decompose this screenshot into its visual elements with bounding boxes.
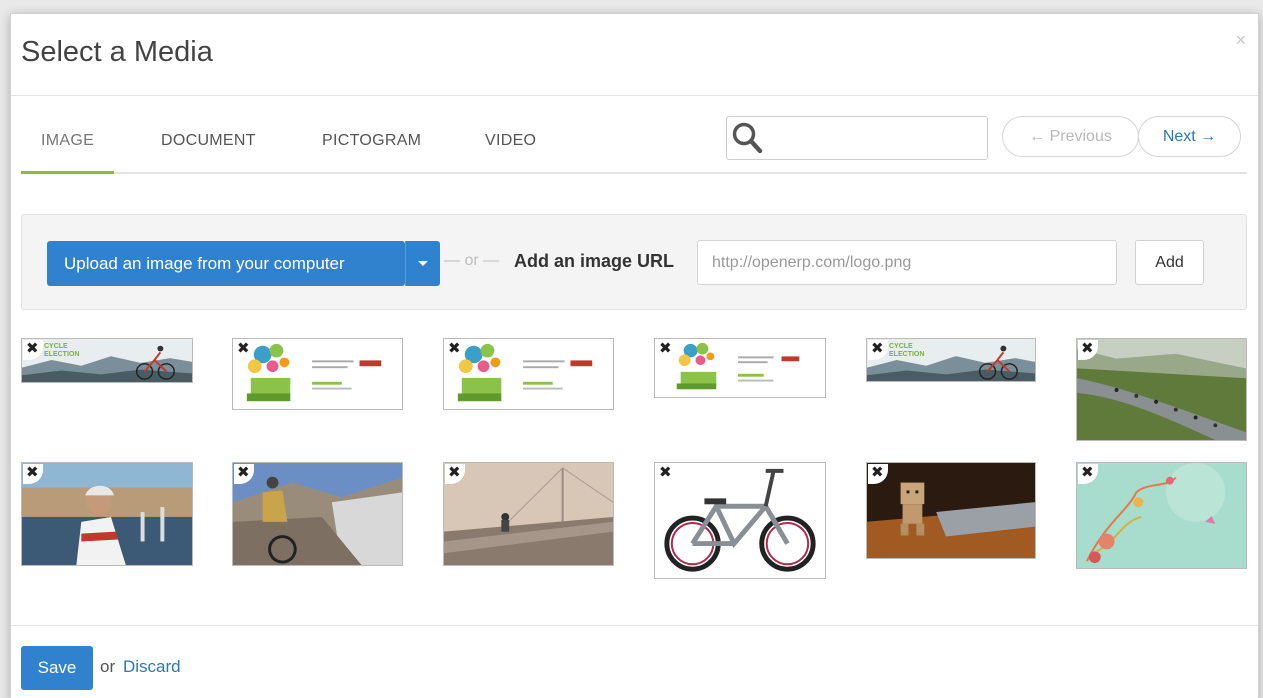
tab-pictogram[interactable]: PICTOGRAM: [322, 132, 421, 174]
dialog-header: Select a Media ×: [11, 14, 1258, 96]
next-button[interactable]: Next →: [1138, 116, 1241, 157]
media-thumbnail[interactable]: ✖: [654, 338, 826, 398]
media-thumbnail[interactable]: ✖: [866, 462, 1036, 559]
media-thumbnail[interactable]: ✖: [232, 462, 403, 566]
upload-dropdown-toggle[interactable]: [405, 241, 440, 286]
robot-figure-photo: [867, 463, 1035, 558]
balloon-banner-image: [233, 339, 402, 409]
bridge-cyclist-photo: [444, 463, 613, 565]
media-thumbnail[interactable]: ✖: [654, 462, 826, 579]
tab-video[interactable]: VIDEO: [485, 132, 536, 174]
banner-text: CYCLE ELECTION: [889, 343, 925, 358]
bmx-bike-photo: [655, 463, 825, 578]
caret-down-icon: [418, 260, 428, 266]
search-box: [726, 116, 988, 160]
upload-panel: Upload an image from your computer — or …: [21, 214, 1247, 310]
media-thumbnail[interactable]: ✖ CYCLE ELECTION: [866, 338, 1036, 382]
search-input[interactable]: [771, 123, 981, 153]
tab-document[interactable]: DOCUMENT: [161, 132, 256, 174]
balloon-banner-image: [444, 339, 613, 409]
or-text: or: [100, 657, 116, 676]
road-race-photo: [1077, 339, 1246, 440]
media-thumbnail[interactable]: ✖: [443, 462, 614, 566]
dialog-footer: Save or Discard: [11, 625, 1258, 698]
save-button[interactable]: Save: [21, 646, 93, 690]
balloon-banner-image: [655, 339, 825, 397]
media-dialog: Select a Media × IMAGE DOCUMENT PICTOGRA…: [10, 13, 1259, 698]
media-thumbnail[interactable]: ✖ CYCLE ELECTION: [21, 338, 193, 383]
media-thumbnail[interactable]: ✖: [443, 338, 614, 410]
image-url-label: Add an image URL: [514, 251, 675, 271]
cyclist-harbor-photo: [22, 463, 192, 565]
media-thumbnail[interactable]: ✖: [1076, 462, 1247, 569]
floral-texture-image: [1077, 463, 1246, 568]
close-icon[interactable]: ×: [1235, 30, 1246, 51]
dialog-title: Select a Media: [21, 36, 213, 68]
add-url-button[interactable]: Add: [1135, 240, 1204, 285]
or-separator: — or —: [444, 252, 500, 269]
media-thumbnail[interactable]: ✖: [1076, 338, 1247, 441]
mountain-biker-photo: [233, 463, 402, 565]
image-url-input[interactable]: [697, 240, 1117, 285]
previous-button[interactable]: ← Previous: [1002, 116, 1139, 157]
search-icon[interactable]: [731, 121, 763, 155]
upload-image-button[interactable]: Upload an image from your computer: [47, 241, 405, 286]
banner-text: CYCLE ELECTION: [44, 343, 80, 358]
media-thumbnail[interactable]: ✖: [232, 338, 403, 410]
discard-link[interactable]: Discard: [123, 657, 181, 677]
tab-image[interactable]: IMAGE: [21, 132, 115, 174]
media-thumbnail[interactable]: ✖: [21, 462, 193, 566]
